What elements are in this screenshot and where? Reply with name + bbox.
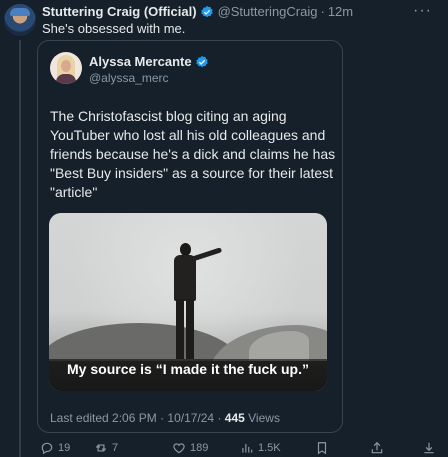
download-button[interactable] xyxy=(422,441,436,455)
reply-button[interactable]: 19 xyxy=(40,441,70,455)
reply-count: 19 xyxy=(58,442,71,454)
quoted-author-handle[interactable]: @alyssa_merc xyxy=(89,71,169,85)
views-count: 445 xyxy=(224,411,245,425)
views-label: Views xyxy=(244,411,280,425)
reply-icon xyxy=(41,442,53,455)
separator: · xyxy=(320,4,325,19)
verified-badge-icon xyxy=(195,55,209,69)
repost-icon xyxy=(95,444,107,452)
verified-badge-icon xyxy=(200,5,214,19)
views-total: 1.5K xyxy=(258,442,281,454)
thread-line xyxy=(19,40,21,457)
quoted-author-header: Alyssa Mercante xyxy=(89,54,213,69)
post-header: Stuttering Craig (Official) @StutteringC… xyxy=(42,4,353,19)
like-count: 189 xyxy=(190,442,209,454)
quoted-post[interactable]: Alyssa Mercante @alyssa_merc The Christo… xyxy=(37,40,343,433)
like-icon xyxy=(173,443,185,454)
bookmark-button[interactable] xyxy=(315,441,329,455)
author-name[interactable]: Stuttering Craig (Official) xyxy=(42,4,197,19)
bookmark-icon xyxy=(317,442,327,455)
more-icon[interactable]: ··· xyxy=(413,2,432,20)
post-time[interactable]: 12m xyxy=(328,4,353,19)
views-button[interactable]: 1.5K xyxy=(240,441,281,455)
action-bar: 19 7 189 1.5K xyxy=(40,441,444,457)
views-icon xyxy=(242,443,253,453)
author-handle[interactable]: @StutteringCraig xyxy=(218,4,318,19)
pointing-man-figure xyxy=(167,243,223,363)
repost-count: 7 xyxy=(112,442,119,454)
quoted-text: The Christofascist blog citing an aging … xyxy=(50,108,336,200)
edited-label: Last edited 2:06 PM · 10/17/24 · xyxy=(50,411,225,425)
repost-button[interactable]: 7 xyxy=(94,441,118,455)
quoted-author-avatar[interactable] xyxy=(50,52,82,84)
download-icon xyxy=(424,442,434,454)
share-button[interactable] xyxy=(370,441,384,455)
post-text: She's obsessed with me. xyxy=(42,21,186,36)
like-button[interactable]: 189 xyxy=(172,441,208,455)
media-caption: My source is “I made it the fuck up.” xyxy=(67,361,309,377)
quoted-media[interactable]: My source is “I made it the fuck up.” xyxy=(49,213,327,391)
share-icon xyxy=(371,441,383,454)
quoted-author-name[interactable]: Alyssa Mercante xyxy=(89,54,192,69)
edited-info: Last edited 2:06 PM · 10/17/24 · 445 Vie… xyxy=(50,411,280,425)
author-avatar[interactable] xyxy=(4,4,36,36)
